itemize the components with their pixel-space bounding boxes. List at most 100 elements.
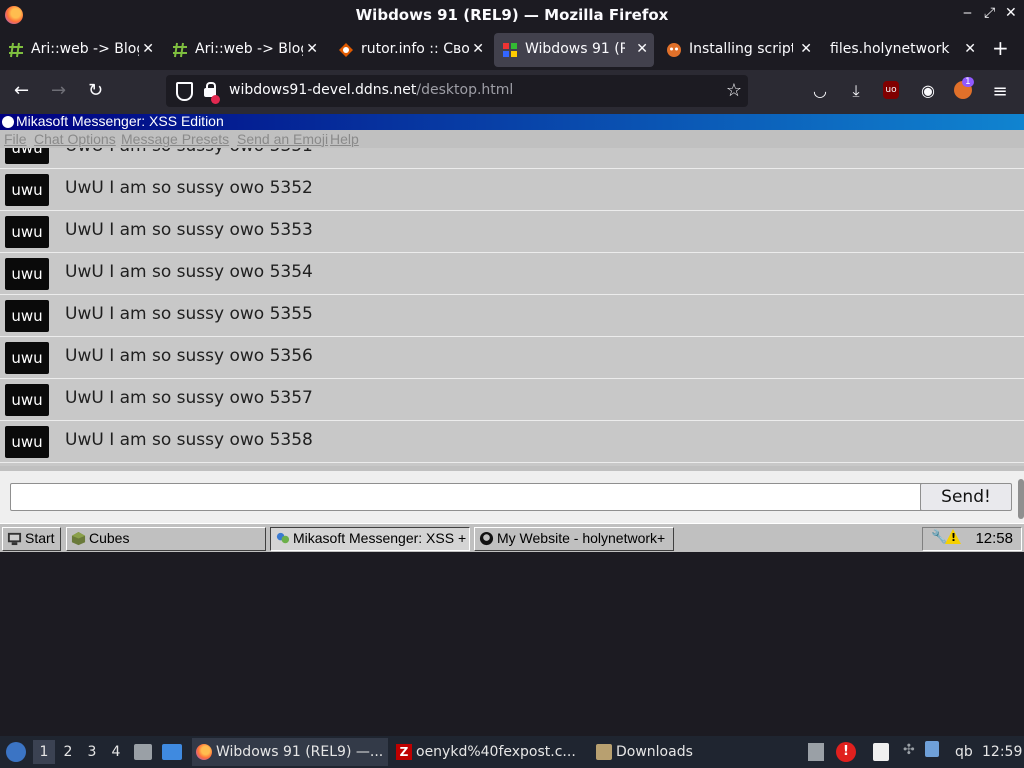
tab-ariweb-1[interactable]: Ari::web -> Blog ✕ <box>0 33 160 67</box>
extension-badge: 1 <box>962 77 974 87</box>
file-manager-launcher-icon[interactable] <box>134 744 152 760</box>
message-text: UwU I am so sussy owo 5357 <box>65 388 313 408</box>
clipboard-icon[interactable] <box>808 743 824 761</box>
message-text: UwU I am so sussy owo 5354 <box>65 262 313 282</box>
messenger-titlebar[interactable]: Mikasoft Messenger: XSS Edition <box>0 114 1024 130</box>
tab-files-holynetwork[interactable]: files.holynetwork ✕ <box>822 33 982 67</box>
window-title: Wibdows 91 (REL9) — Mozilla Firefox <box>355 6 669 24</box>
tab-installing-script[interactable]: Installing script ✕ <box>658 33 818 67</box>
wibdows-favicon-icon <box>503 43 517 57</box>
list-item: uwu UwU I am so sussy owo 5355 <box>0 295 1024 337</box>
avatar: uwu <box>5 300 49 332</box>
list-item: uwu UwU I am so sussy owo 5358 <box>0 421 1024 463</box>
update-notifier-icon[interactable] <box>925 741 939 757</box>
bookmark-star-icon[interactable]: ☆ <box>726 80 742 101</box>
taskbar-my-website[interactable]: My Website - holynetwork+ <box>474 527 674 551</box>
tab-close-icon[interactable]: ✕ <box>142 41 154 57</box>
tracking-shield-icon[interactable] <box>176 82 193 101</box>
navigation-toolbar: ← → ↻ wibdows91-devel.ddns.net/desktop.h… <box>0 70 1024 114</box>
forward-arrow-icon[interactable]: → <box>51 80 66 101</box>
start-logo-icon <box>7 532 22 546</box>
insecure-lock-icon[interactable] <box>204 82 220 104</box>
github-icon <box>479 531 494 546</box>
tab-wibdows91[interactable]: Wibdows 91 (RE ✕ <box>494 33 654 67</box>
error-notification-icon[interactable]: ! <box>836 742 856 762</box>
restore-icon[interactable]: ⤢ <box>984 5 995 21</box>
menu-message-presets[interactable]: Message Presets <box>121 131 229 147</box>
back-arrow-icon[interactable]: ← <box>14 80 29 101</box>
minimize-icon[interactable]: ‒ <box>963 5 972 21</box>
hash-favicon-icon <box>9 42 23 58</box>
menu-chat-options[interactable]: Chat Options <box>34 131 116 147</box>
messenger-people-icon <box>276 532 290 544</box>
firefox-icon <box>196 744 212 760</box>
taskbar-mikasoft-messenger[interactable]: Mikasoft Messenger: XSS + <box>270 527 470 551</box>
warning-icon[interactable] <box>945 529 961 544</box>
panel-task-filezilla[interactable]: Z oenykd%40fexpost.c... <box>392 738 588 766</box>
cube-icon <box>71 531 86 546</box>
panel-clock[interactable]: 12:59 <box>982 744 1022 760</box>
tab-close-icon[interactable]: ✕ <box>800 41 812 57</box>
wibdows-clock: 12:58 <box>975 530 1013 547</box>
avatar: uwu <box>5 174 49 206</box>
menu-send-emoji[interactable]: Send an Emoji <box>237 131 328 147</box>
network-icon[interactable]: ✣ <box>903 742 915 758</box>
close-window-icon[interactable]: ✕ <box>1005 5 1017 21</box>
ublock-origin-icon[interactable]: uo <box>883 81 899 99</box>
tab-strip: Ari::web -> Blog ✕ Ari::web -> Blog ✕ ru… <box>0 30 1024 70</box>
panel-task-firefox[interactable]: Wibdows 91 (REL9) —... <box>192 738 388 766</box>
send-button[interactable]: Send! <box>920 483 1012 511</box>
message-text: UwU I am so sussy owo 5351 <box>65 148 313 156</box>
tab-close-icon[interactable]: ✕ <box>636 41 648 57</box>
whisker-menu-icon[interactable] <box>6 742 26 762</box>
desktop-panel: 1 2 3 4 Wibdows 91 (REL9) —... Z oenykd%… <box>0 736 1024 768</box>
workspace-4[interactable]: 4 <box>105 740 127 764</box>
start-button[interactable]: Start <box>2 527 61 551</box>
tab-ariweb-2[interactable]: Ari::web -> Blog ✕ <box>164 33 324 67</box>
menu-help[interactable]: Help <box>330 131 359 147</box>
taskbar-cubes[interactable]: Cubes <box>66 527 266 551</box>
list-item: uwu UwU I am so sussy owo 5356 <box>0 337 1024 379</box>
avatar: uwu <box>5 384 49 416</box>
wibdows-taskbar: Start Cubes Mikasoft Messenger: XSS + My… <box>0 523 1024 552</box>
avatar: uwu <box>5 258 49 290</box>
message-input[interactable] <box>10 483 924 511</box>
notes-icon[interactable] <box>873 743 889 761</box>
workspace-2[interactable]: 2 <box>57 740 79 764</box>
avatar: uwu <box>5 216 49 248</box>
menu-file[interactable]: File <box>4 131 27 147</box>
avatar: uwu <box>5 148 49 164</box>
url-bar[interactable]: wibdows91-devel.ddns.net/desktop.html ☆ <box>166 75 748 107</box>
wibdows-system-tray: 🔧 12:58 <box>922 527 1022 551</box>
chat-message-list[interactable]: uwu UwU I am so sussy owo 5351 uwu UwU I… <box>0 148 1024 466</box>
qbittorrent-tray-icon[interactable]: qb <box>955 744 973 760</box>
show-desktop-icon[interactable] <box>162 744 182 760</box>
window-titlebar: Wibdows 91 (REL9) — Mozilla Firefox ‒ ⤢ … <box>0 0 1024 30</box>
url-text[interactable]: wibdows91-devel.ddns.net/desktop.html <box>229 82 513 98</box>
downloads-icon[interactable]: ⤓ <box>846 81 866 101</box>
filezilla-icon: Z <box>396 744 412 760</box>
workspace-3[interactable]: 3 <box>81 740 103 764</box>
tab-close-icon[interactable]: ✕ <box>964 41 976 57</box>
list-item: uwu UwU I am so sussy owo 5353 <box>0 211 1024 253</box>
workspace-1[interactable]: 1 <box>33 740 55 764</box>
reload-icon[interactable]: ↻ <box>88 80 103 101</box>
message-text: UwU I am so sussy owo 5356 <box>65 346 313 366</box>
avatar: uwu <box>5 426 49 458</box>
privacy-badger-icon[interactable]: ◉ <box>918 81 938 101</box>
messenger-app-icon <box>2 116 14 128</box>
pocket-icon[interactable]: ◡ <box>810 81 830 101</box>
tab-close-icon[interactable]: ✕ <box>306 41 318 57</box>
tab-close-icon[interactable]: ✕ <box>472 41 484 57</box>
message-compose-area: Send! <box>0 471 1024 523</box>
web-page: Mikasoft Messenger: XSS Edition File Cha… <box>0 114 1024 552</box>
tampermonkey-favicon-icon <box>667 43 681 57</box>
message-text: UwU I am so sussy owo 5355 <box>65 304 313 324</box>
panel-task-downloads[interactable]: Downloads <box>592 738 788 766</box>
tab-rutor[interactable]: rutor.info :: Сво ✕ <box>330 33 490 67</box>
scrollbar[interactable] <box>1018 479 1024 519</box>
hamburger-menu-icon[interactable]: ≡ <box>990 81 1010 102</box>
new-tab-button[interactable]: + <box>992 36 1009 60</box>
folder-icon <box>596 744 612 760</box>
messenger-menubar: File Chat Options Message Presets Send a… <box>0 130 1024 148</box>
